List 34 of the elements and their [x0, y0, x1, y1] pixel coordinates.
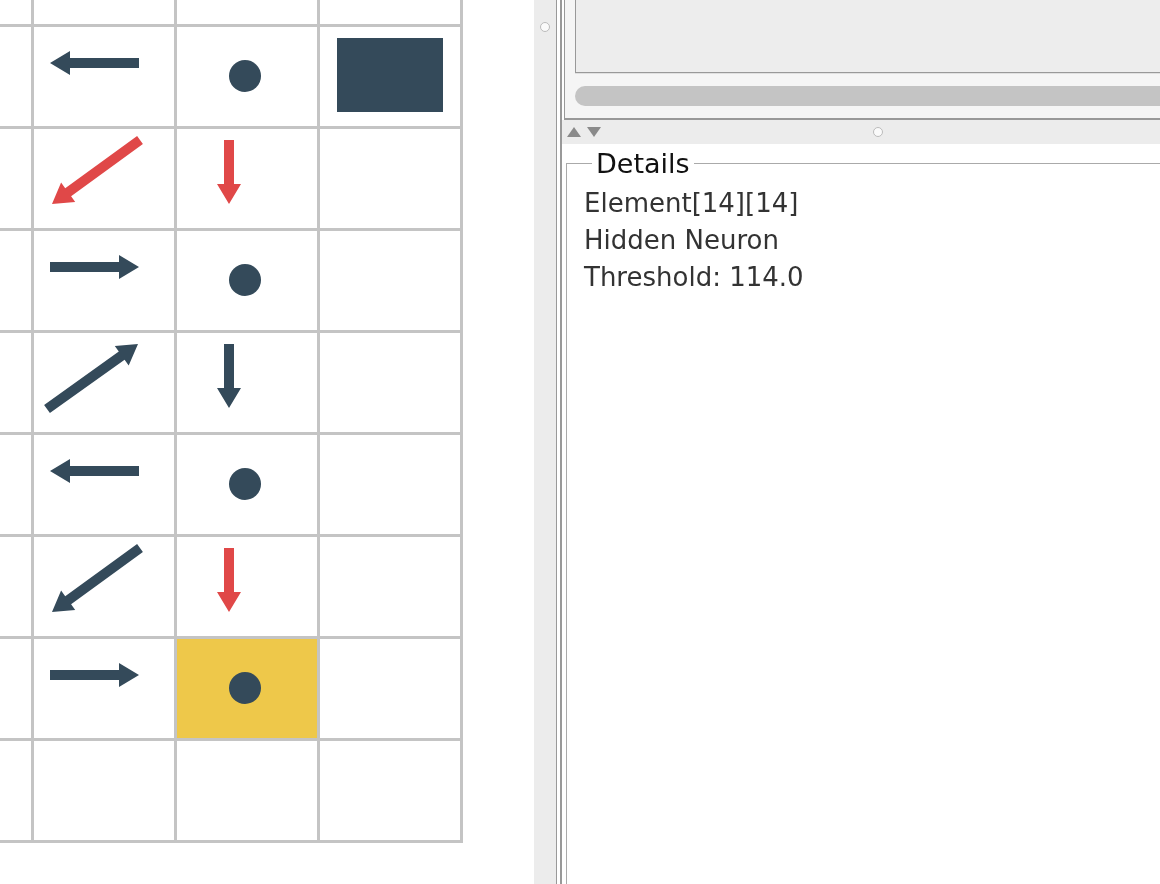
grid-cell[interactable] [177, 27, 317, 126]
grid-cell[interactable] [320, 27, 460, 126]
grid-cell[interactable] [34, 435, 174, 534]
collapse-down-icon[interactable] [586, 126, 602, 138]
grid-cell[interactable] [320, 231, 460, 330]
grid-cell[interactable] [177, 129, 317, 228]
grid-cell[interactable] [320, 333, 460, 432]
grid-cell[interactable] [177, 231, 317, 330]
grid-cell[interactable] [34, 333, 174, 432]
grid-cell[interactable] [34, 129, 174, 228]
grid-cell[interactable] [320, 129, 460, 228]
grid-cell[interactable] [320, 741, 460, 840]
details-title: Details [595, 148, 691, 179]
grid-cell[interactable] [177, 333, 317, 432]
grid-cell [0, 0, 31, 24]
grid-cell[interactable] [34, 741, 174, 840]
detail-line: Element[14][14] [584, 187, 800, 220]
grid-cell[interactable] [34, 27, 174, 126]
detail-line: Hidden Neuron [584, 224, 780, 257]
grid-cell[interactable] [320, 639, 460, 738]
grid-cell[interactable] [34, 537, 174, 636]
detail-line: Threshold: 114.0 [584, 261, 805, 294]
grid-cell[interactable] [177, 435, 317, 534]
grid-cell[interactable] [177, 639, 317, 738]
split-handle-icon[interactable] [540, 22, 550, 32]
split-handle-icon[interactable] [873, 127, 883, 137]
grid-cell[interactable] [320, 537, 460, 636]
grid-cell[interactable] [177, 537, 317, 636]
grid-cell[interactable] [177, 741, 317, 840]
collapse-up-icon[interactable] [566, 126, 582, 138]
grid-cell[interactable] [320, 435, 460, 534]
grid-cell[interactable] [34, 639, 174, 738]
grid-cell[interactable] [34, 231, 174, 330]
scrollbar-thumb[interactable] [575, 86, 1160, 106]
